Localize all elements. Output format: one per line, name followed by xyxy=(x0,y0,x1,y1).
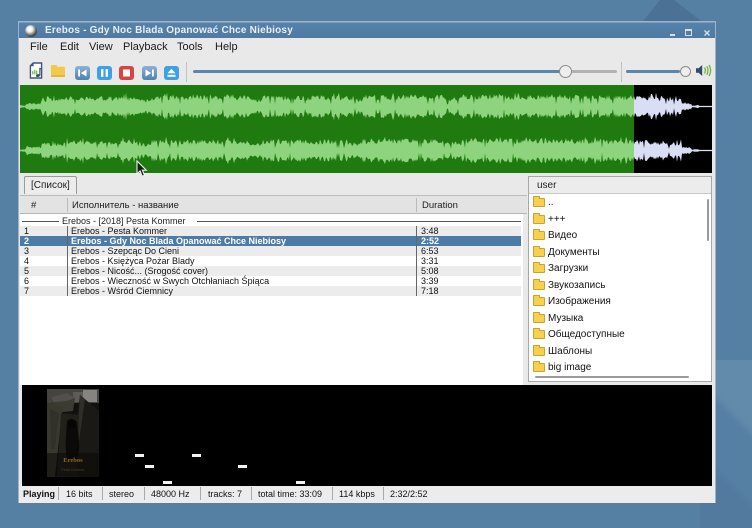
svg-text:Erebos: Erebos xyxy=(63,457,83,464)
svg-text:Pesta Kommer: Pesta Kommer xyxy=(61,468,85,472)
